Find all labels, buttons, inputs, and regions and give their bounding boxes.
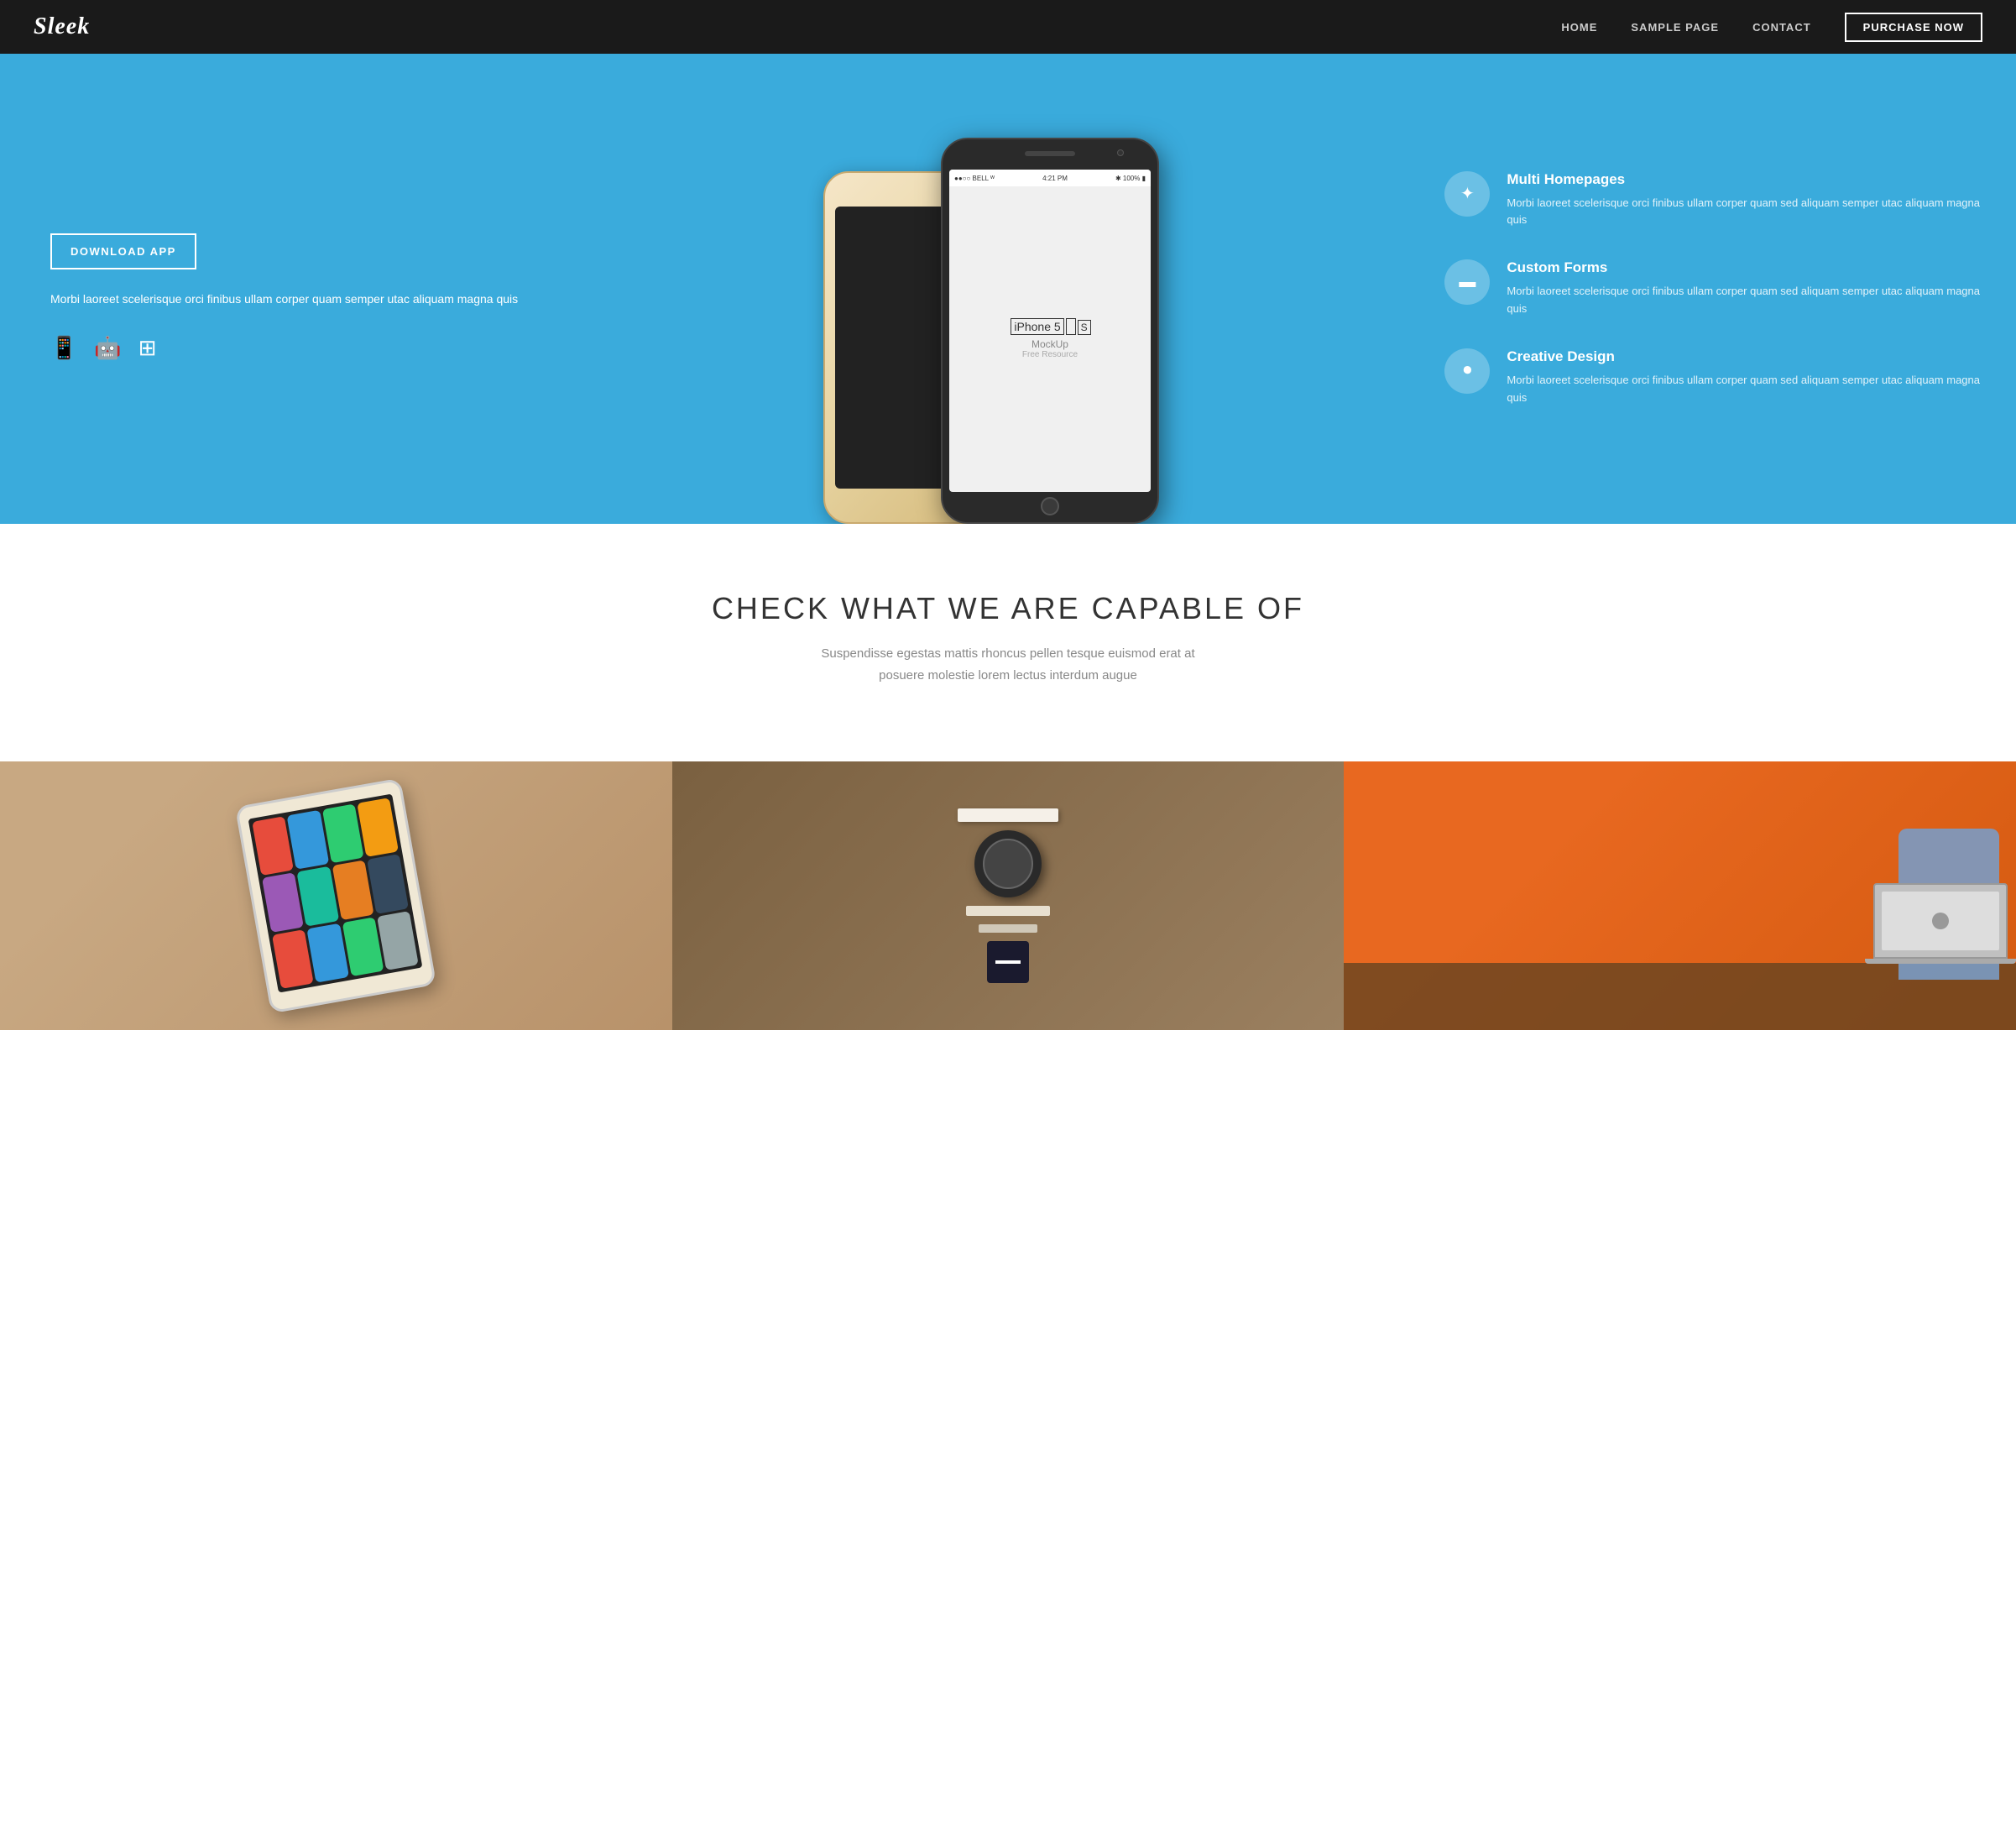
card-box (987, 941, 1029, 983)
android-icon: 🤖 (94, 335, 121, 361)
nav-links: HOME SAMPLE PAGE CONTACT PURCHASE NOW (1561, 13, 1982, 42)
phone-battery: ✱ 100% ▮ (1115, 175, 1146, 182)
feature-text-3: Creative Design Morbi laoreet scelerisqu… (1507, 348, 1982, 407)
phone-front: ●●○○ BELL ᵂ 4:21 PM ✱ 100% ▮ iPhone 5 S … (941, 138, 1159, 524)
card-2[interactable] (672, 761, 1345, 1030)
hero-phones: ●●○○ BELL ᵂ 4:21 PM ✱ 100% ▮ iPhone 5 S … (605, 54, 1412, 524)
app-icon (377, 911, 419, 970)
app-icon (297, 866, 339, 926)
app-icon (332, 860, 374, 920)
capabilities-description: Suspendisse egestas mattis rhoncus pelle… (34, 643, 1982, 686)
feature-multi-homepages: ✦ Multi Homepages Morbi laoreet sceleris… (1444, 171, 1982, 230)
stationery-display (958, 808, 1058, 983)
capabilities-heading: CHECK WHAT WE ARE CAPABLE OF (34, 591, 1982, 626)
phone-content: iPhone 5 S MockUp Free Resource (1009, 170, 1090, 492)
phone-status-bar: ●●○○ BELL ᵂ 4:21 PM ✱ 100% ▮ (949, 170, 1151, 186)
hero-features: ✦ Multi Homepages Morbi laoreet sceleris… (1411, 54, 2016, 524)
capabilities-section: CHECK WHAT WE ARE CAPABLE OF Suspendisse… (0, 524, 2016, 736)
laptop-base (1865, 959, 2016, 964)
seal-inner (983, 839, 1033, 889)
apple-logo (1932, 913, 1949, 929)
feature-desc-3: Morbi laoreet scelerisque orci finibus u… (1507, 372, 1982, 407)
nav-sample-page[interactable]: SAMPLE PAGE (1631, 21, 1719, 34)
phone-free-resource: Free Resource (1022, 350, 1078, 359)
feature-text-1: Multi Homepages Morbi laoreet scelerisqu… (1507, 171, 1982, 230)
app-icon (322, 804, 364, 864)
hero-left: DOWNLOAD APP Morbi laoreet scelerisque o… (0, 54, 605, 524)
feature-title-1: Multi Homepages (1507, 171, 1982, 188)
phone-carrier: ●●○○ BELL ᵂ (954, 175, 995, 182)
card-3-image (1344, 761, 2016, 1030)
platform-icons: 📱 🤖 ⊞ (50, 335, 572, 361)
ipad-screen (248, 794, 423, 993)
phone-mockup-container: ●●○○ BELL ᵂ 4:21 PM ✱ 100% ▮ iPhone 5 S … (874, 121, 1142, 524)
laptop-screen (1873, 883, 2008, 959)
feature-icon-1: ✦ (1444, 171, 1490, 217)
app-icon (287, 810, 329, 870)
seal (974, 830, 1042, 897)
windows-icon: ⊞ (138, 335, 157, 361)
feature-desc-2: Morbi laoreet scelerisque orci finibus u… (1507, 283, 1982, 318)
phone-screen: ●●○○ BELL ᵂ 4:21 PM ✱ 100% ▮ iPhone 5 S … (949, 170, 1151, 492)
phone-mockup-label: MockUp (1032, 338, 1068, 350)
feature-text-2: Custom Forms Morbi laoreet scelerisque o… (1507, 259, 1982, 318)
laptop-display (1882, 892, 1999, 950)
laptop (1873, 883, 2008, 967)
card-strip-2 (979, 924, 1037, 933)
card-lines (995, 960, 1021, 964)
feature-desc-1: Morbi laoreet scelerisque orci finibus u… (1507, 195, 1982, 230)
card-1[interactable] (0, 761, 672, 1030)
nav-contact[interactable]: CONTACT (1752, 21, 1811, 34)
feature-custom-forms: ▬ Custom Forms Morbi laoreet scelerisque… (1444, 259, 1982, 318)
hero-section: DOWNLOAD APP Morbi laoreet scelerisque o… (0, 54, 2016, 524)
portfolio-cards (0, 736, 2016, 1030)
feature-creative-design: ⏺ Creative Design Morbi laoreet sceleris… (1444, 348, 1982, 407)
card-1-image (0, 761, 672, 1030)
app-icon (367, 854, 409, 913)
card-2-image (672, 761, 1345, 1030)
phone-camera (1117, 149, 1124, 156)
person-laptop-scene (1344, 761, 2016, 1030)
app-icon (357, 798, 399, 857)
app-icon (307, 923, 349, 982)
nav-home[interactable]: HOME (1561, 21, 1597, 34)
feature-title-3: Creative Design (1507, 348, 1982, 365)
phone-variant-badge: S (1078, 320, 1091, 335)
card-strip (966, 906, 1050, 916)
purchase-now-button[interactable]: PURCHASE NOW (1845, 13, 1982, 42)
ios-icon: 📱 (50, 335, 77, 361)
hero-description: Morbi laoreet scelerisque orci finibus u… (50, 290, 572, 310)
phone-time: 4:21 PM (1042, 175, 1068, 182)
ipad-mockup (235, 778, 436, 1014)
business-card (958, 808, 1058, 822)
phone-home-button (1041, 497, 1059, 515)
feature-icon-3: ⏺ (1444, 348, 1490, 394)
feature-icon-2: ▬ (1444, 259, 1490, 305)
phone-speaker (1025, 151, 1075, 156)
phone-model-name: iPhone 5 S (1009, 320, 1090, 335)
card-3[interactable] (1344, 761, 2016, 1030)
download-app-button[interactable]: DOWNLOAD APP (50, 233, 196, 269)
site-logo[interactable]: Sleek (34, 13, 90, 40)
feature-title-2: Custom Forms (1507, 259, 1982, 276)
navigation: Sleek HOME SAMPLE PAGE CONTACT PURCHASE … (0, 0, 2016, 54)
